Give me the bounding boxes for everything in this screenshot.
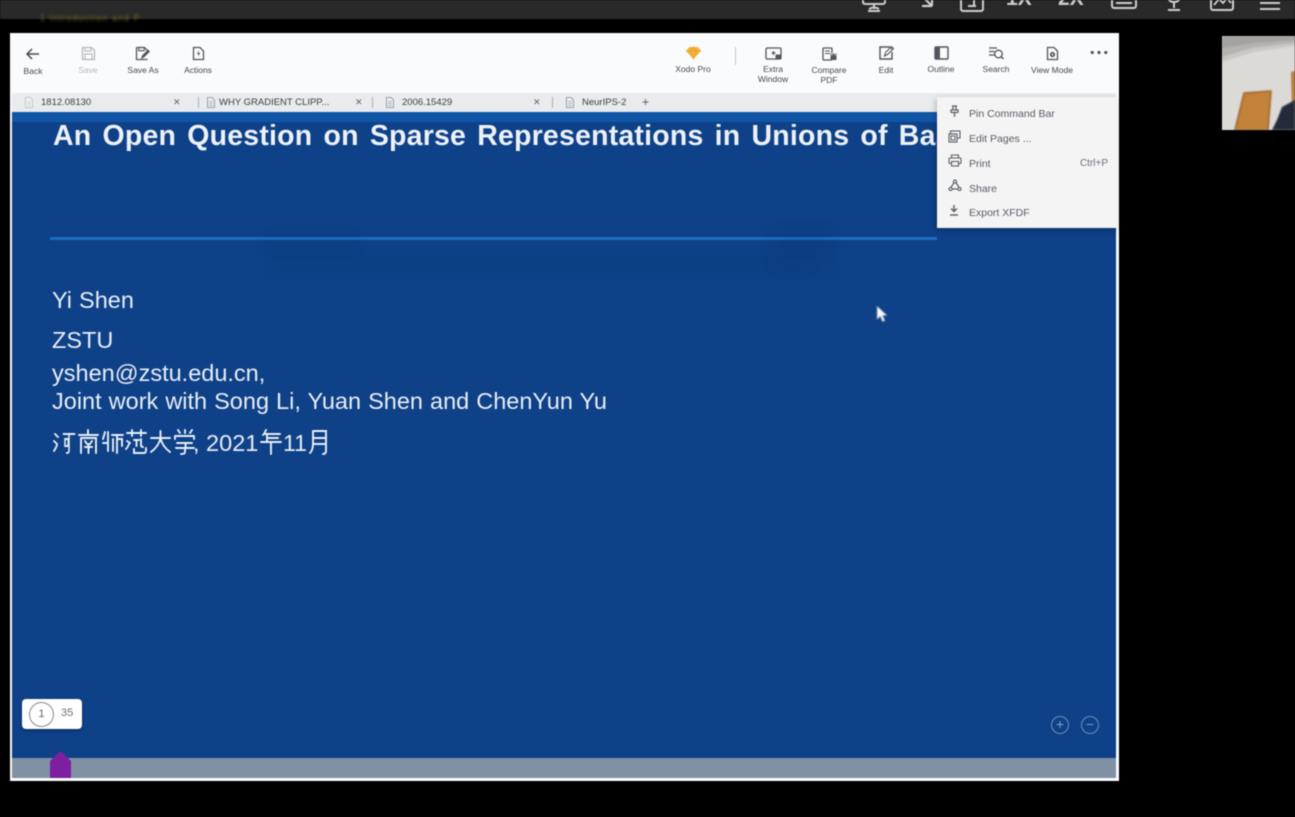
svg-text:, 2021: , 2021	[193, 430, 258, 456]
svg-text:11: 11	[283, 430, 307, 456]
